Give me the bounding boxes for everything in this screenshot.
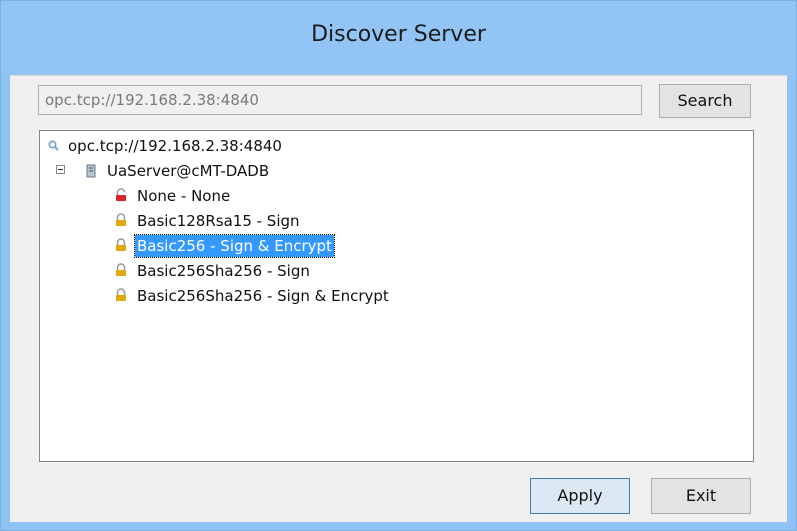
tree-root-label: opc.tcp://192.168.2.38:4840 xyxy=(68,137,282,155)
window-title: Discover Server xyxy=(311,22,486,47)
server-icon xyxy=(84,160,100,182)
endpoint-label: None - None xyxy=(137,187,231,205)
exit-button[interactable]: Exit xyxy=(651,478,751,514)
endpoint-label: Basic128Rsa15 - Sign xyxy=(137,212,300,230)
endpoint-item-selected[interactable]: Basic256 - Sign & Encrypt xyxy=(114,234,514,258)
tree-server-node[interactable]: UaServer@cMT-DADB xyxy=(40,160,440,182)
tree-root-node[interactable]: opc.tcp://192.168.2.38:4840 xyxy=(47,135,447,157)
tree-server-label: UaServer@cMT-DADB xyxy=(107,162,270,180)
endpoint-item[interactable]: Basic128Rsa15 - Sign xyxy=(114,210,514,232)
lock-icon xyxy=(114,285,130,307)
lock-icon xyxy=(114,235,130,257)
endpoint-item[interactable]: None - None xyxy=(114,185,514,207)
endpoint-label: Basic256 - Sign & Encrypt xyxy=(134,234,335,258)
endpoint-label: Basic256Sha256 - Sign xyxy=(137,262,310,280)
server-url-input[interactable]: opc.tcp://192.168.2.38:4840 xyxy=(38,85,642,115)
lock-icon xyxy=(114,210,130,232)
dialog-body: opc.tcp://192.168.2.38:4840 Search opc.t… xyxy=(10,75,787,522)
collapse-toggle-icon[interactable] xyxy=(56,165,65,174)
unlocked-red-icon xyxy=(114,185,130,207)
apply-button[interactable]: Apply xyxy=(530,478,630,514)
lock-icon xyxy=(114,260,130,282)
endpoint-item[interactable]: Basic256Sha256 - Sign & Encrypt xyxy=(114,285,514,307)
title-bar[interactable]: Discover Server xyxy=(1,1,796,75)
search-button[interactable]: Search xyxy=(659,84,751,118)
discover-server-window: Discover Server opc.tcp://192.168.2.38:4… xyxy=(0,0,797,531)
magnifier-icon xyxy=(47,135,63,157)
endpoint-tree[interactable]: opc.tcp://192.168.2.38:4840 UaServer@cMT… xyxy=(39,130,754,462)
endpoint-item[interactable]: Basic256Sha256 - Sign xyxy=(114,260,514,282)
endpoint-label: Basic256Sha256 - Sign & Encrypt xyxy=(137,287,389,305)
